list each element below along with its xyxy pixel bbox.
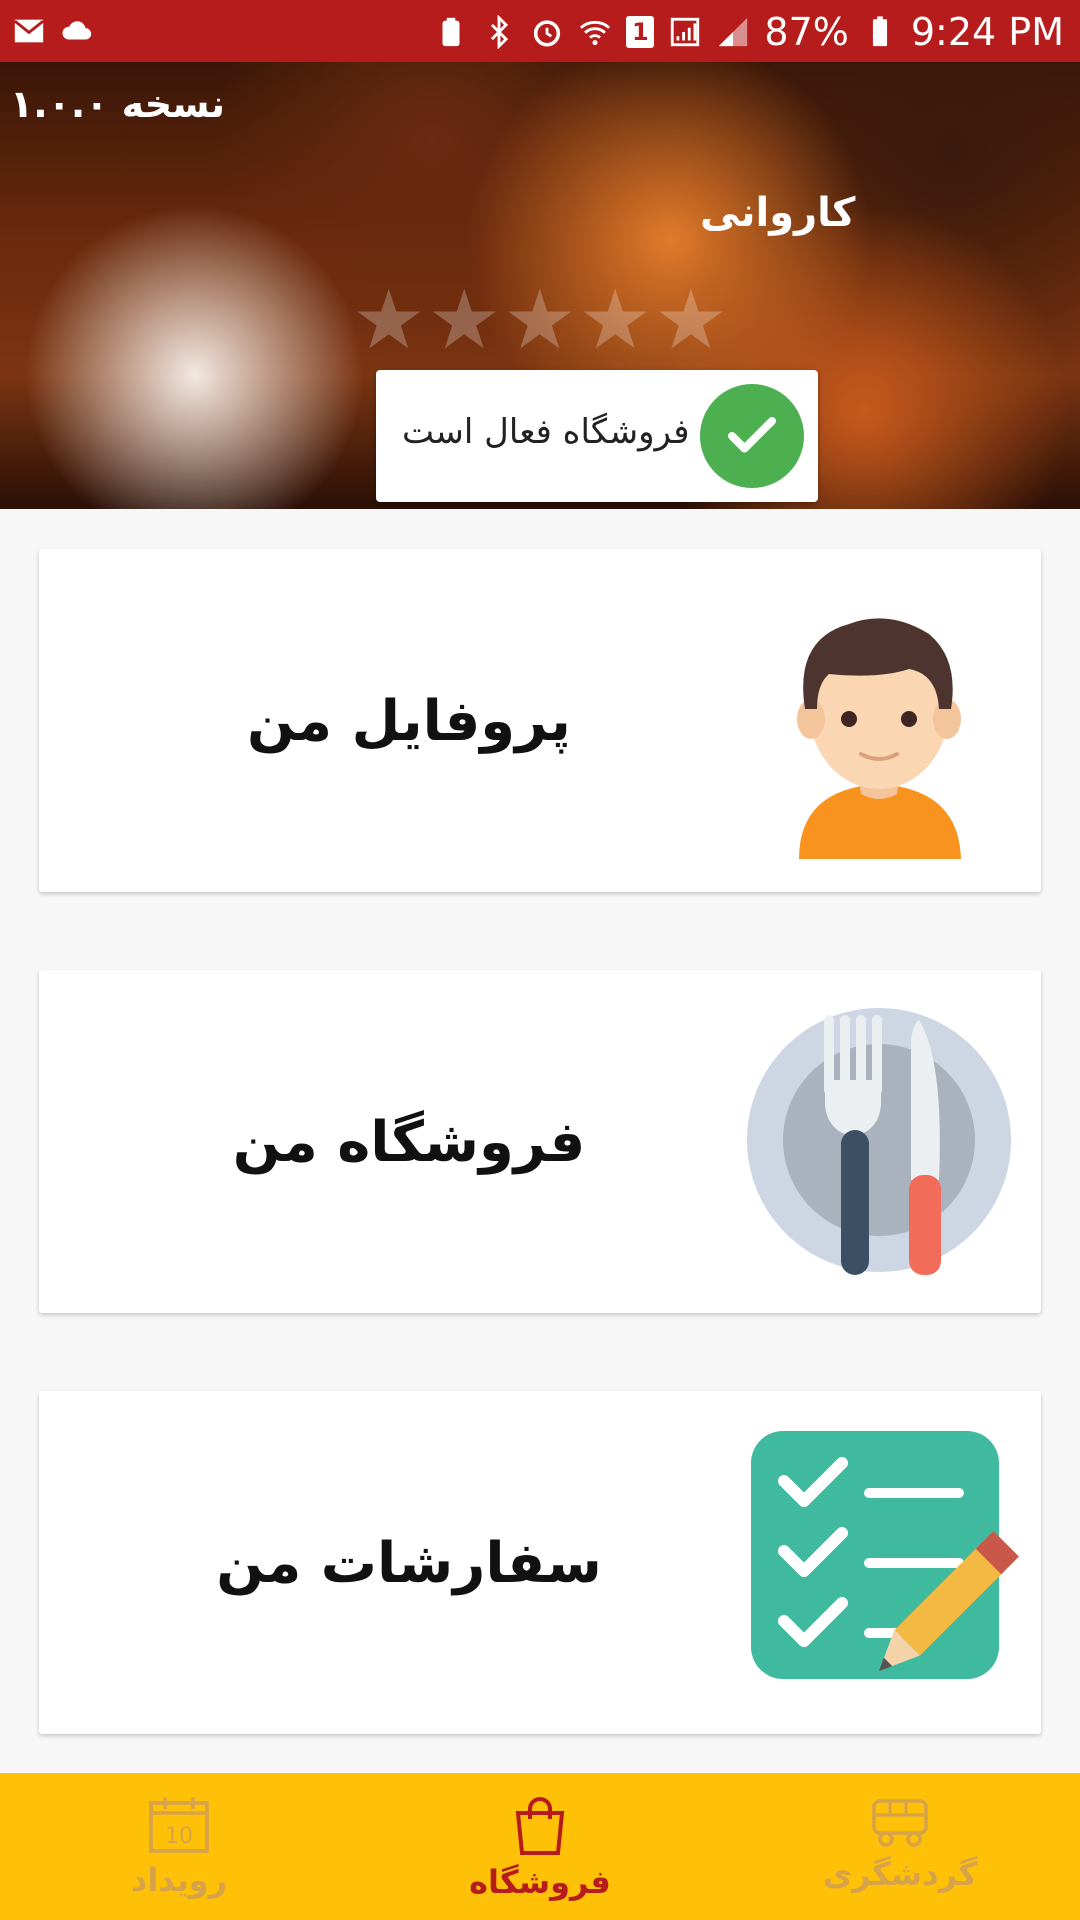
orders-title: سفارشات من	[216, 1531, 602, 1596]
store-status-card[interactable]: فروشگاه فعال است	[376, 370, 818, 502]
battery-icon	[863, 15, 897, 49]
cloud-icon	[60, 14, 94, 48]
sim-slot-badge: 1	[626, 16, 655, 48]
alarm-icon	[530, 15, 564, 49]
plate-fork-knife-icon	[739, 1000, 1019, 1280]
store-status-text: فروشگاه فعال است	[402, 412, 690, 452]
nav-label-events: رویداد	[130, 1861, 228, 1899]
version-label: نسخه ۱.۰.۰	[10, 82, 226, 126]
check-icon	[700, 384, 804, 488]
nav-item-tourism[interactable]: گردشگری	[800, 1795, 1000, 1893]
signal-icon	[668, 15, 702, 49]
clock: 9:24 PM	[910, 10, 1064, 54]
nav-item-store[interactable]: فروشگاه	[440, 1795, 640, 1901]
nav-label-store: فروشگاه	[469, 1863, 611, 1901]
store-card[interactable]: فروشگاه من	[39, 970, 1041, 1313]
rating-stars: ★ ★ ★ ★ ★	[352, 280, 728, 362]
nav-item-events[interactable]: 10 رویداد	[79, 1795, 279, 1899]
bottom-nav: 10 رویداد فروشگاه گردشگری	[0, 1773, 1080, 1920]
star-icon: ★	[352, 273, 426, 368]
battery-saver-icon	[434, 15, 468, 49]
shop-name: کاروانی	[700, 190, 856, 236]
checklist-pencil-icon	[739, 1421, 1019, 1701]
star-icon: ★	[427, 273, 502, 368]
profile-card[interactable]: پروفایل من	[39, 549, 1041, 892]
battery-percent: 87%	[764, 10, 849, 54]
star-icon: ★	[578, 273, 653, 368]
nav-label-tourism: گردشگری	[822, 1855, 978, 1893]
profile-title: پروفایل من	[247, 689, 571, 754]
bus-icon	[872, 1799, 928, 1847]
signal-2-icon	[716, 15, 750, 49]
bluetooth-icon	[482, 15, 516, 49]
wifi-icon	[578, 15, 612, 49]
star-icon: ★	[503, 273, 577, 368]
calendar-day: 10	[165, 1824, 193, 1849]
shopping-bag-icon	[515, 1797, 565, 1855]
orders-card[interactable]: سفارشات من	[39, 1391, 1041, 1734]
store-title: فروشگاه من	[232, 1110, 586, 1175]
status-bar: 1 87% 9:24 PM	[0, 0, 1080, 62]
profile-avatar-icon	[739, 579, 1019, 859]
store-header: نسخه ۱.۰.۰ کاروانی ★ ★ ★ ★ ★ فروشگاه فعا…	[0, 62, 1080, 509]
calendar-icon: 10	[149, 1797, 209, 1853]
star-icon: ★	[654, 273, 728, 368]
mail-icon	[12, 14, 46, 48]
